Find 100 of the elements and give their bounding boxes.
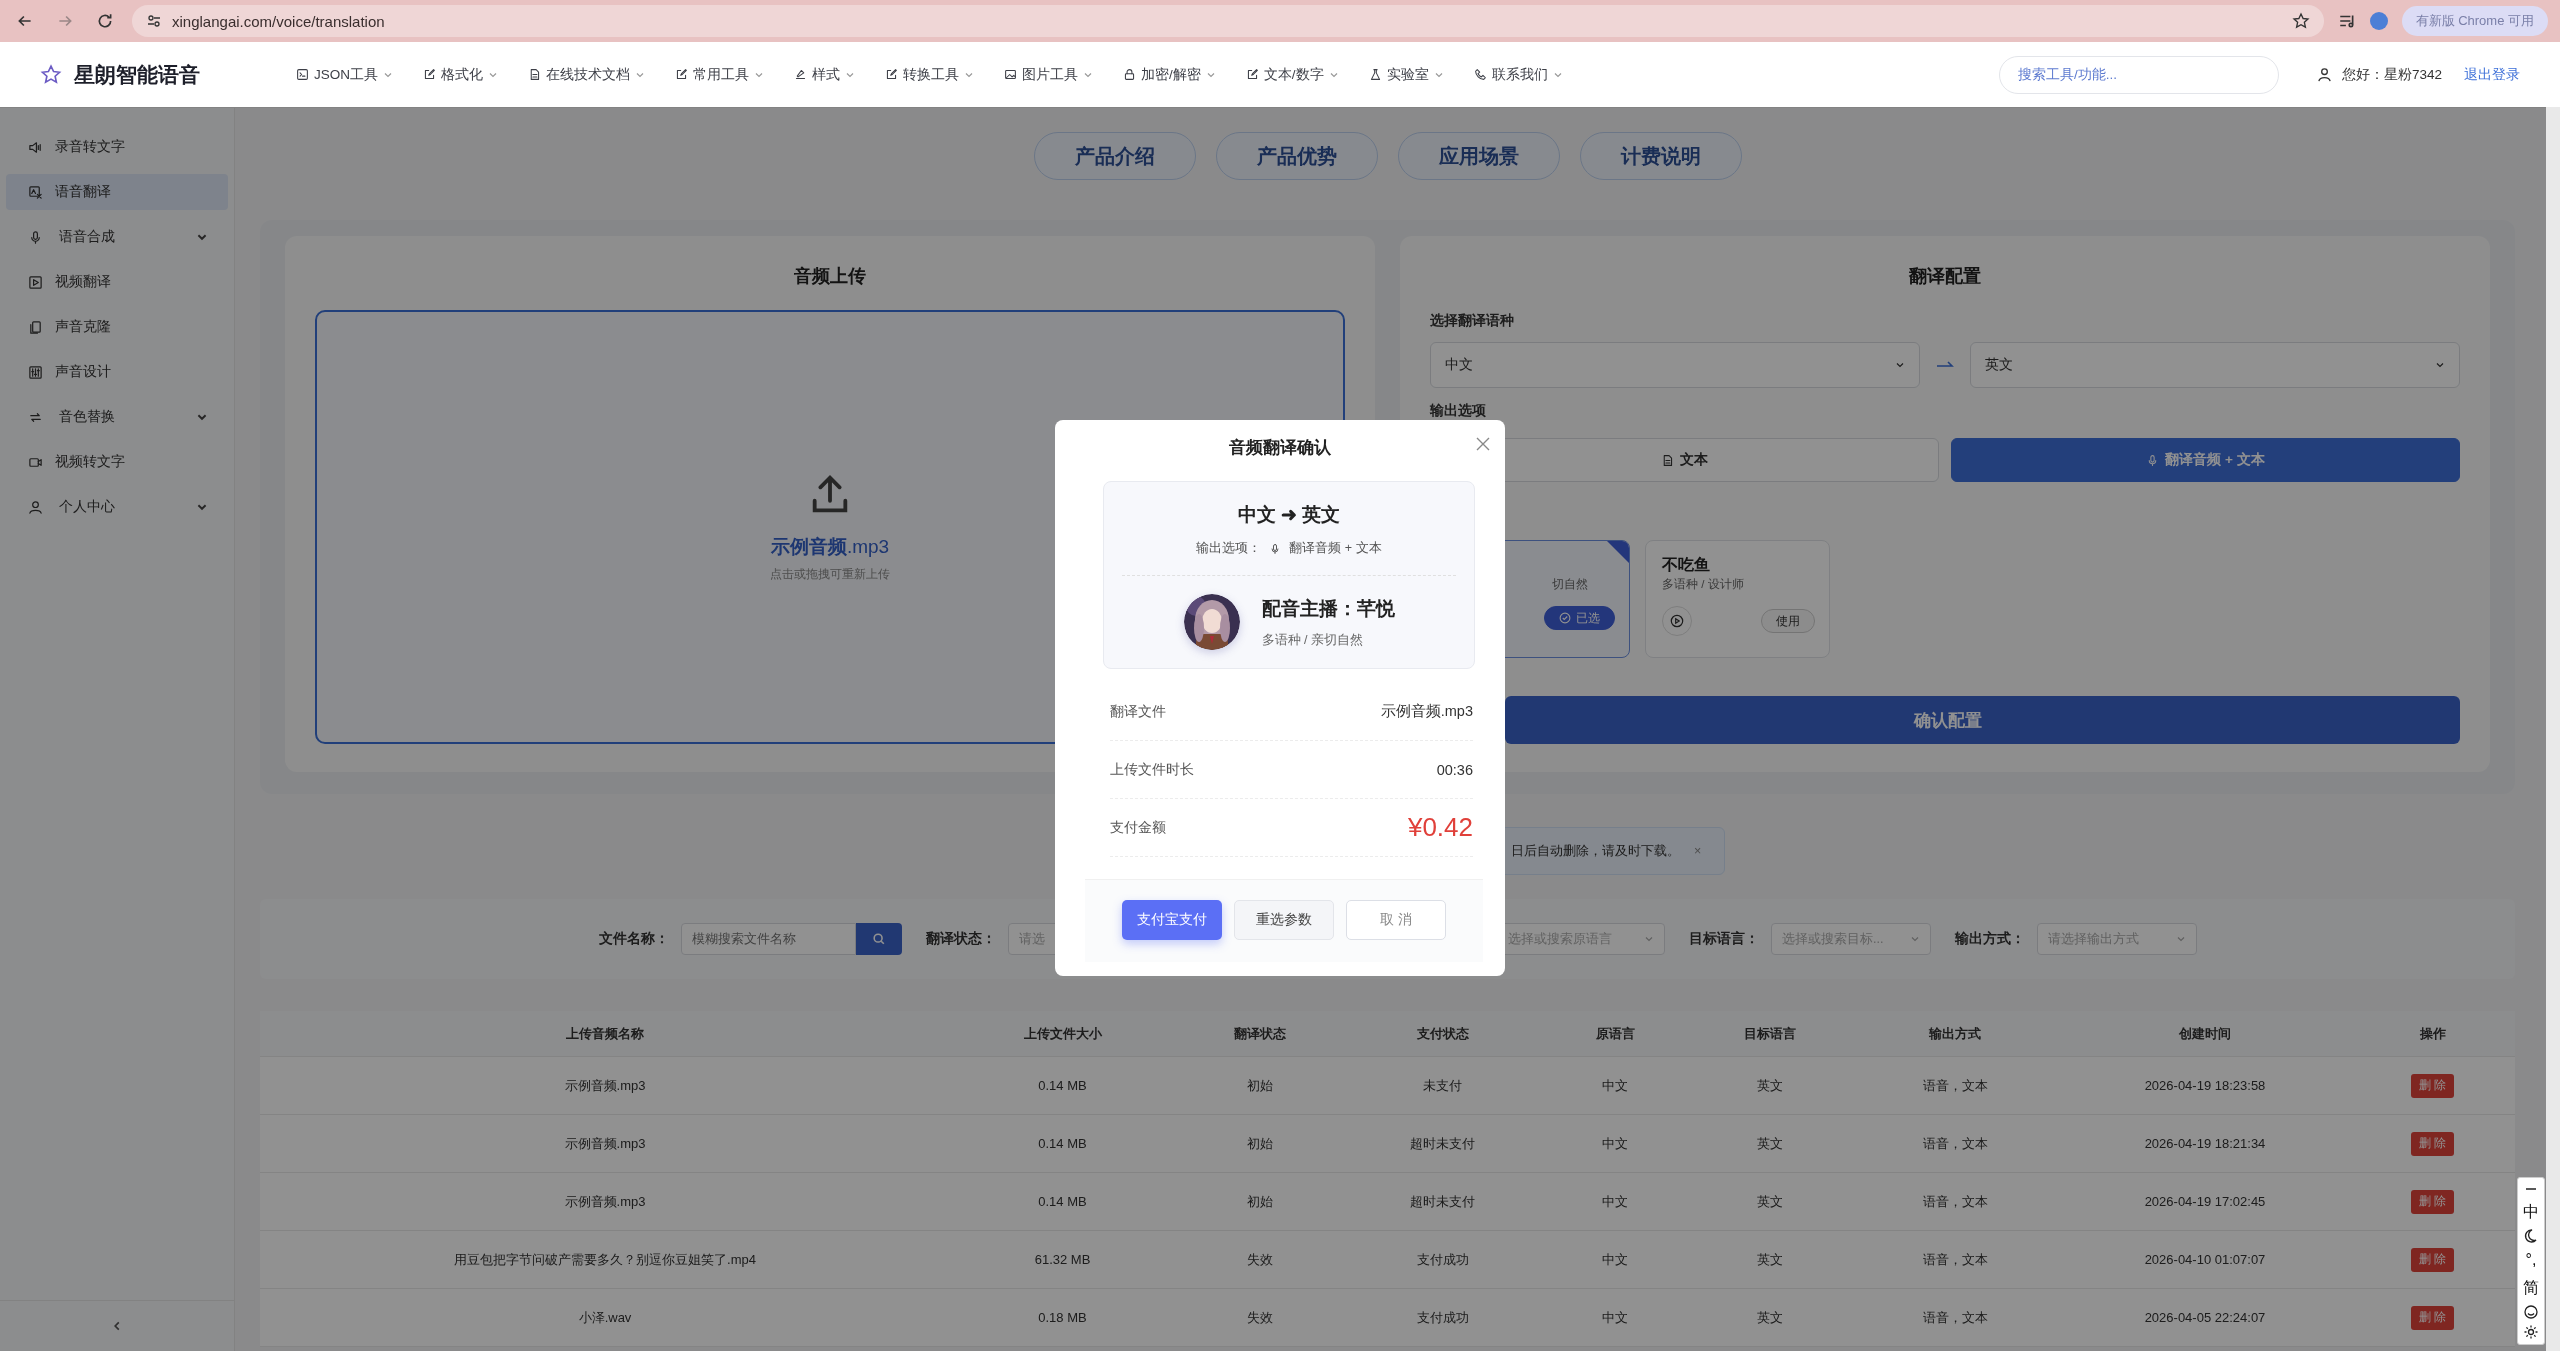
delete-button[interactable]: 删 除 [2410,1189,2455,1214]
greeting-text: 您好：星粉7342 [2341,65,2442,84]
copy-icon [28,319,43,335]
output-option[interactable]: 翻译音频 + 文本 [1951,438,2460,482]
user-icon [28,499,43,515]
table-cell-text: 61.32 MB [1033,1252,1092,1267]
nav-menu-item[interactable]: JSON工具 [296,65,393,84]
table-cell-text: 0.14 MB [1037,1136,1088,1151]
table-cell-text: 语音，文本 [1921,1250,1989,1269]
sidebar-item[interactable]: 录音转文字 [6,129,228,165]
update-button[interactable]: 有新版 Chrome 可用 [2401,6,2548,36]
chevron-down-icon [2435,360,2445,370]
media-icon[interactable] [2337,12,2356,30]
ime-mode-label[interactable]: 中 [2523,1200,2539,1224]
confirm-button[interactable]: 确认配置 [1505,696,2460,744]
field-label: 输出选项 [1430,402,1487,420]
voice-description: 多语种 / 设计师 [1662,578,1744,590]
output-label: 输出选项： [1196,540,1262,557]
voice-select-button[interactable]: 使用 [1761,609,1815,633]
table-cell-text: 初始 [1246,1134,1274,1153]
language-select[interactable]: 中文 [1430,342,1920,388]
ime-mode-label[interactable]: 简 [2523,1276,2539,1300]
nav-menu-item[interactable]: 联系我们 [1473,65,1563,84]
nav-menu-item[interactable]: 文本/数字 [1245,65,1339,84]
section-tab[interactable]: 产品优势 [1215,132,1378,180]
nav-menu-item[interactable]: 加密/解密 [1123,65,1216,84]
ime-mode-label[interactable]: °, [2525,1248,2537,1272]
sidebar-item[interactable]: 声音设计 [6,354,228,390]
play-icon [28,274,43,290]
sidebar-item[interactable]: 声音克隆 [6,309,228,345]
chevron-down-icon [1910,934,1920,944]
section-tab[interactable]: 应用场景 [1397,132,1560,180]
detail-value: 00:36 [1436,761,1473,778]
section-tab[interactable]: 计费说明 [1579,132,1742,180]
dialog-title: 音频翻译确认 [1229,437,1331,459]
microphone-icon [1269,542,1282,555]
cancel-button[interactable]: 取 消 [1346,900,1446,940]
address-bar[interactable]: xinglangai.com/voice/translation [132,5,2324,37]
table-cell-text: 0.18 MB [1037,1310,1088,1325]
delete-button[interactable]: 删 除 [2410,1247,2455,1272]
star-icon[interactable] [2291,12,2310,30]
search-field[interactable]: 搜索工具/功能... [1998,55,2279,94]
voice-name: 不吃鱼 [1662,556,1710,573]
column-header: 原语言 [1594,1024,1636,1043]
nav-menu-item[interactable]: 常用工具 [675,65,764,84]
table-cell-text: 支付成功 [1415,1308,1470,1327]
language-pair: 中文 ➜ 英文 [1237,503,1341,527]
voice-select-button[interactable]: 已选 [1544,606,1615,630]
search-button[interactable] [856,923,902,955]
table-cell-text: 超时未支付 [1409,1134,1476,1153]
logo-text[interactable]: 星朗智能语音 [74,60,200,89]
table-cell-text: 中文 [1601,1250,1629,1269]
moon-icon[interactable] [2523,1228,2539,1244]
nav-menu-item[interactable]: 实验室 [1368,65,1444,84]
brush-icon [794,68,807,81]
language-select[interactable]: 英文 [1970,342,2460,388]
translate-icon [28,184,43,200]
delete-button[interactable]: 删 除 [2410,1073,2455,1098]
table-cell-text: 2026-04-05 22:24:07 [2143,1310,2267,1325]
table-cell-text: 用豆包把字节问破产需要多久？别逗你豆姐笑了.mp4 [453,1250,757,1269]
section-tab[interactable]: 产品介绍 [1033,132,1196,180]
table-cell-text: 2026-04-19 17:02:45 [2143,1194,2267,1209]
table-cell-text: 英文 [1756,1308,1784,1327]
sidebar-item[interactable]: 语音合成 [6,219,228,255]
sidebar-item[interactable]: 个人中心 [6,489,228,525]
card-title: 翻译配置 [1908,265,1982,288]
site-settings-icon[interactable] [146,13,162,29]
filter-label: 目标语言： [1689,930,1759,948]
logout-link[interactable]: 退出登录 [2464,65,2520,84]
pay-button[interactable]: 支付宝支付 [1122,900,1222,940]
delete-button[interactable]: 删 除 [2410,1131,2455,1156]
column-header: 目标语言 [1743,1024,1797,1043]
sidebar-item[interactable]: 音色替换 [6,399,228,435]
table-cell-text: 英文 [1756,1192,1784,1211]
scrollbar[interactable] [2546,107,2560,1351]
edit-icon [423,68,436,81]
delete-button[interactable]: 删 除 [2410,1305,2455,1330]
nav-menu-item[interactable]: 转换工具 [885,65,974,84]
nav-menu-item[interactable]: 格式化 [423,65,498,84]
settings-icon[interactable] [2523,1324,2539,1340]
reload-icon[interactable] [96,12,114,30]
document-icon [1661,453,1674,467]
nav-menu-item[interactable]: 在线技术文档 [528,65,645,84]
voice-card[interactable]: 不吃鱼 多语种 / 设计师 使用 [1645,540,1830,658]
table-cell-text: 语音，文本 [1921,1192,1989,1211]
column-header: 翻译状态 [1233,1024,1287,1043]
flask-icon [1368,68,1382,81]
smiley-icon[interactable] [2523,1304,2539,1320]
filter-label: 输出方式： [1955,930,2025,948]
sidebar-item[interactable]: 视频翻译 [6,264,228,300]
nav-menu-item[interactable]: 样式 [794,65,855,84]
close-icon[interactable] [1475,436,1491,452]
table-cell-text: 英文 [1756,1076,1784,1095]
nav-menu-item[interactable]: 图片工具 [1004,65,1093,84]
sidebar-item[interactable]: 视频转文字 [6,444,228,480]
table-cell-text: 语音，文本 [1921,1134,1989,1153]
sidebar-item[interactable]: 语音翻译 [6,174,228,210]
reselect-button[interactable]: 重选参数 [1234,900,1334,940]
search-field[interactable]: 模糊搜索文件名称 [681,923,856,955]
search-icon [872,932,886,946]
